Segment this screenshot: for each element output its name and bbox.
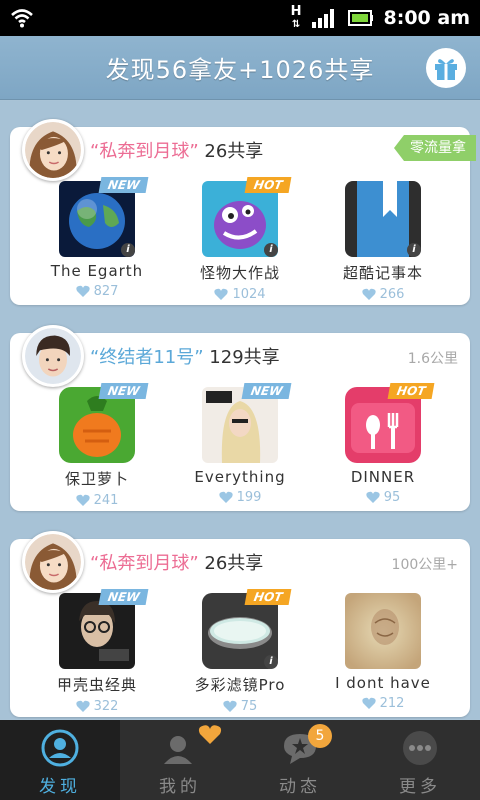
heart-icon: [75, 494, 90, 506]
heart-icon: [75, 285, 90, 297]
like-count: 241: [27, 493, 167, 508]
tab-discover[interactable]: 发现: [0, 720, 120, 800]
hot-badge: HOT: [244, 589, 292, 605]
app-name: The Egarth: [50, 262, 144, 280]
tab-label: 动态: [279, 777, 321, 797]
user-nickname[interactable]: “私奔到月球”: [90, 141, 199, 162]
like-count: 75: [170, 699, 310, 714]
card-title: “私奔到月球” 26共享: [90, 137, 263, 163]
heart-icon: [223, 700, 237, 712]
distance-label: 100公里+: [391, 557, 458, 573]
info-icon[interactable]: i: [121, 243, 135, 257]
like-count: 1024: [170, 287, 310, 302]
heart-icon: [198, 725, 222, 744]
clock: 8:00 am: [383, 7, 471, 29]
app-item[interactable]: HOT i 怪物大作战 1024: [170, 175, 310, 302]
share-count: 129共享: [209, 347, 280, 368]
app-item[interactable]: NEW Everything 199: [170, 381, 310, 505]
notification-badge: 5: [308, 724, 332, 748]
distance-label: 1.6公里: [407, 351, 458, 367]
app-name: I dont have: [335, 674, 431, 692]
new-badge: NEW: [241, 383, 292, 399]
gift-button[interactable]: [426, 48, 466, 88]
like-count: 95: [313, 490, 453, 505]
signal-icon: [311, 9, 334, 28]
app-list: NEW i The Egarth 827 HOT i 怪物大作战 1024 i …: [10, 175, 470, 305]
network-type-icon: H ⇅: [290, 3, 302, 30]
battery-icon: [347, 10, 373, 26]
tab-more[interactable]: 更多: [360, 720, 480, 800]
tab-label: 更多: [399, 777, 441, 797]
tab-activity[interactable]: 5 动态: [240, 720, 360, 800]
app-name: 甲壳虫经典: [56, 676, 137, 694]
app-item[interactable]: NEW 保卫萝卜 241: [27, 381, 167, 508]
bottom-tab-bar: 发现 我的 5 动态 更多: [0, 720, 480, 800]
avatar[interactable]: [22, 325, 84, 387]
app-list: NEW 甲壳虫经典 322 HOT i 多彩滤镜Pro 75 I dont ha…: [10, 587, 470, 717]
app-list: NEW 保卫萝卜 241 NEW Everything 199 HOT DINN…: [10, 381, 470, 511]
like-count: 199: [170, 490, 310, 505]
gift-icon: [435, 59, 457, 80]
user-nickname[interactable]: “私奔到月球”: [90, 553, 199, 574]
info-icon[interactable]: i: [264, 655, 278, 669]
info-icon[interactable]: i: [264, 243, 278, 257]
avatar[interactable]: [22, 531, 84, 593]
app-item[interactable]: i 超酷记事本 266: [313, 175, 453, 302]
tab-mine[interactable]: 我的: [120, 720, 240, 800]
app-name: 超酷记事本: [342, 264, 423, 282]
share-count: 26共享: [204, 553, 264, 574]
app-item[interactable]: NEW 甲壳虫经典 322: [27, 587, 167, 714]
new-badge: NEW: [98, 383, 149, 399]
album-cover-icon: [345, 593, 421, 669]
profile-icon: [164, 736, 192, 764]
user-photo: [25, 328, 81, 384]
info-icon[interactable]: i: [407, 243, 421, 257]
heart-icon: [366, 491, 380, 503]
user-photo: [25, 534, 81, 590]
like-count: 827: [27, 284, 167, 299]
app-name: 怪物大作战: [199, 264, 280, 282]
app-name: 保卫萝卜: [64, 470, 129, 488]
user-share-card[interactable]: “终结者11号” 129共享 1.6公里 NEW 保卫萝卜 241 NEW Ev…: [10, 325, 470, 511]
hot-badge: HOT: [387, 383, 435, 399]
app-item[interactable]: HOT i 多彩滤镜Pro 75: [170, 587, 310, 714]
new-badge: NEW: [98, 589, 149, 605]
app-item[interactable]: HOT DINNER 95: [313, 381, 453, 505]
page-title: 发现56拿友+1026共享: [105, 56, 375, 84]
app-name: 多彩滤镜Pro: [194, 676, 286, 694]
user-photo: [25, 122, 81, 178]
user-share-card[interactable]: “私奔到月球” 26共享 100公里+ NEW 甲壳虫经典 322 HOT i …: [10, 531, 470, 717]
like-count: 212: [313, 696, 453, 711]
app-item[interactable]: I dont have 212: [313, 587, 453, 711]
app-header: 发现56拿友+1026共享: [0, 36, 480, 100]
tab-label: 我的: [159, 777, 201, 797]
discover-icon: [41, 729, 79, 767]
app-item[interactable]: NEW i The Egarth 827: [27, 175, 167, 299]
new-badge: NEW: [98, 177, 149, 193]
card-title: “私奔到月球” 26共享: [90, 549, 263, 575]
more-icon: [403, 731, 437, 765]
app-name: Everything: [194, 468, 286, 486]
like-count: 266: [313, 287, 453, 302]
like-count: 322: [27, 699, 167, 714]
share-feed[interactable]: “私奔到月球” 26共享 零流量拿 NEW i The Egarth 827 H…: [0, 101, 480, 719]
card-title: “终结者11号” 129共享: [90, 343, 280, 369]
avatar[interactable]: [22, 119, 84, 181]
wifi-icon: [11, 9, 33, 28]
heart-icon: [214, 288, 229, 300]
zero-traffic-tag: 零流量拿: [394, 135, 476, 161]
hot-badge: HOT: [244, 177, 292, 193]
status-bar: H ⇅ 8:00 am: [0, 0, 480, 36]
user-share-card[interactable]: “私奔到月球” 26共享 零流量拿 NEW i The Egarth 827 H…: [10, 119, 476, 305]
user-nickname[interactable]: “终结者11号”: [90, 347, 204, 368]
app-name: DINNER: [350, 468, 416, 486]
share-count: 26共享: [204, 141, 264, 162]
tab-label: 发现: [39, 777, 81, 797]
heart-icon: [218, 491, 233, 503]
heart-icon: [361, 697, 376, 709]
heart-icon: [75, 700, 90, 712]
heart-icon: [361, 288, 376, 300]
